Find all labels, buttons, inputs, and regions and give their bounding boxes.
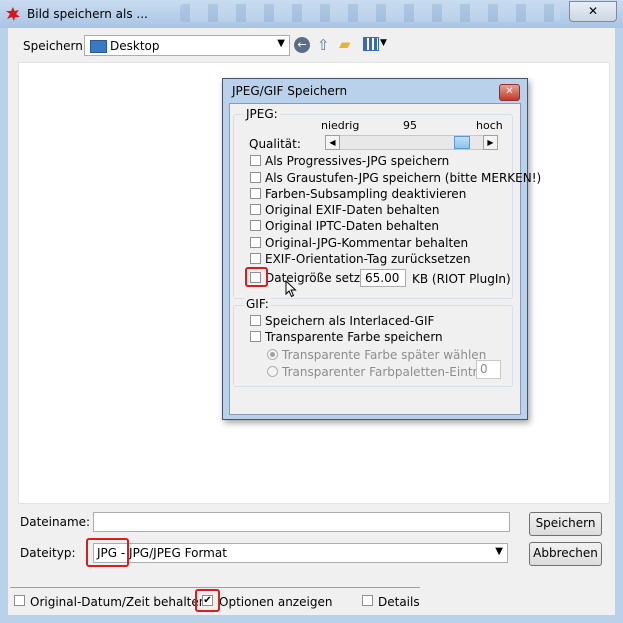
transparent-later-label: Transparente Farbe später wählen [282,348,487,362]
filename-label: Dateiname: [20,515,91,529]
back-icon[interactable]: ← [294,37,310,53]
jpeg-group-label: JPEG: [244,107,280,121]
jpg-comment-label: Original-JPG-Kommentar behalten [265,236,469,250]
details-label: Details [378,595,420,609]
filename-input[interactable] [93,512,510,532]
exif-keep-label: Original EXIF-Daten behalten [265,203,440,217]
grayscale-jpg-label: Als Graustufen-JPG speichern (bitte MERK… [265,171,542,185]
slider-left-arrow-icon[interactable]: ◀ [325,135,340,150]
details-checkbox[interactable] [362,595,373,606]
desktop-icon [90,40,107,53]
cancel-button[interactable]: Abbrechen [529,542,602,566]
quality-slider[interactable] [325,135,498,150]
filetype-dropdown[interactable]: JPG - JPG/JPEG Format ▼ [93,543,508,563]
palette-entry-input[interactable]: 0 [476,360,501,379]
highlight-filesize-checkbox [245,267,268,287]
dialog-close-button[interactable]: ✕ [499,84,520,101]
quality-slider-thumb[interactable] [454,136,471,149]
exif-keep-checkbox[interactable] [250,204,261,215]
transparent-later-radio[interactable] [267,349,278,360]
grayscale-jpg-checkbox[interactable] [250,172,261,183]
transparent-color-checkbox[interactable] [250,331,261,342]
progressive-jpg-checkbox[interactable] [250,155,261,166]
chevron-down-icon: ▼ [495,546,503,557]
title-bar[interactable]: Bild speichern als ... ✕ [0,0,623,28]
separator-line [10,587,420,588]
highlight-options-checkbox [195,589,220,612]
filesize-unit-label: KB (RIOT PlugIn) [412,272,511,286]
location-value: Desktop [110,39,160,53]
jpg-comment-checkbox[interactable] [250,237,261,248]
new-folder-icon[interactable]: ▰ [339,35,351,53]
highlight-filetype [86,538,129,567]
transparent-palette-label: Transparenter Farbpaletten-Eintrag: [282,365,497,379]
subsampling-label: Farben-Subsampling deaktivieren [265,187,467,201]
transparent-color-label: Transparente Farbe speichern [265,330,443,344]
window-close-button[interactable]: ✕ [569,1,617,22]
subsampling-checkbox[interactable] [250,188,261,199]
dialog-title: JPEG/GIF Speichern [232,84,348,98]
window-title: Bild speichern als ... [27,7,148,21]
interlaced-gif-checkbox[interactable] [250,315,261,326]
quality-high-label: hoch [476,119,503,132]
iptc-keep-checkbox[interactable] [250,220,261,231]
progressive-jpg-label: Als Progressives-JPG speichern [265,154,450,168]
quality-value: 95 [403,119,417,132]
interlaced-gif-label: Speichern als Interlaced-GIF [265,314,435,328]
quality-label: Qualität: [249,137,301,151]
mouse-cursor-icon [285,280,297,298]
view-menu-chevron-icon[interactable]: ▼ [380,38,387,48]
quality-low-label: niedrig [321,119,360,132]
location-dropdown[interactable]: Desktop ▼ [84,35,290,56]
filetype-label: Dateityp: [20,546,76,560]
save-button[interactable]: Speichern [529,512,602,536]
close-icon: ✕ [505,86,514,97]
exif-orientation-label: EXIF-Orientation-Tag zurücksetzen [265,252,471,266]
iptc-keep-label: Original IPTC-Daten behalten [265,219,439,233]
slider-right-arrow-icon[interactable]: ▶ [483,135,498,150]
chevron-down-icon: ▼ [277,38,285,49]
orig-date-label: Original-Datum/Zeit behalten [30,595,207,609]
save-in-label: Speichern [23,39,83,53]
transparent-palette-radio[interactable] [267,366,278,377]
close-icon: ✕ [587,4,599,18]
gif-group-label: GIF: [244,297,271,311]
view-menu-icon[interactable] [363,37,379,51]
app-splash-icon [6,7,20,21]
exif-orientation-checkbox[interactable] [250,253,261,264]
blurred-background-toolbar [180,4,560,22]
up-folder-icon[interactable]: ⇧ [317,36,330,54]
options-label: Optionen anzeigen [219,595,333,609]
filesize-input[interactable]: 65.00 [360,269,406,287]
orig-date-checkbox[interactable] [14,595,25,606]
